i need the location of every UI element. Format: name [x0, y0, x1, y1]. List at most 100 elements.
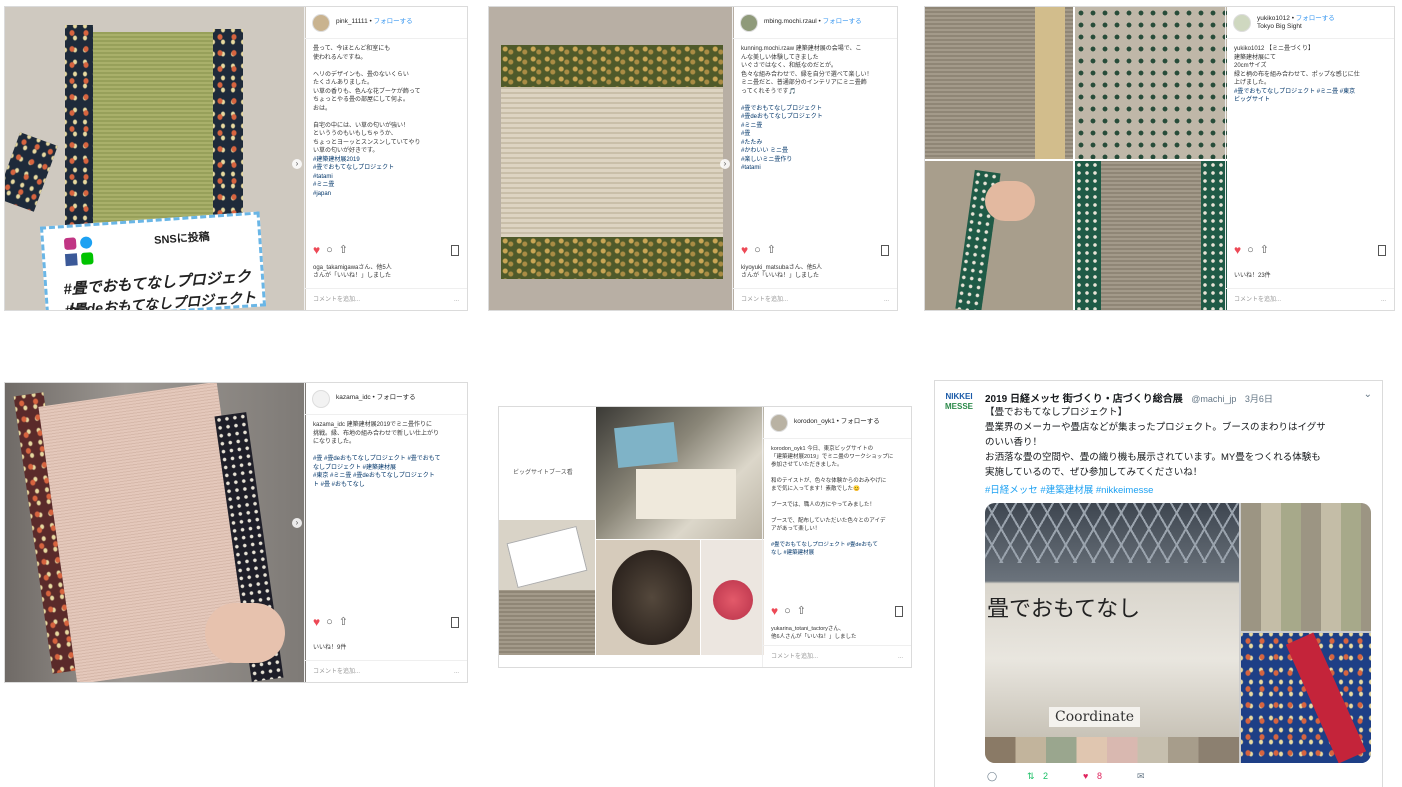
bookmark-icon[interactable]: [895, 605, 903, 617]
comment-field[interactable]: コメントを追加......: [305, 288, 467, 310]
heart-icon[interactable]: ♥: [771, 605, 778, 617]
avatar[interactable]: [1233, 13, 1251, 32]
comment-field[interactable]: コメントを追加......: [733, 288, 897, 310]
comment-icon[interactable]: ○: [1247, 244, 1254, 256]
comment-field[interactable]: コメントを追加......: [1226, 288, 1394, 310]
share-icon[interactable]: ⇧: [797, 605, 806, 617]
share-icon[interactable]: ⇧: [767, 244, 776, 256]
post-header: pink_11111 • フォローする: [305, 7, 467, 39]
chevron-down-icon[interactable]: ⌄: [1364, 389, 1372, 400]
instagram-post-5: ビッグサイトブース看 korodon_oyk1 • フォローする korodon…: [498, 406, 912, 668]
tweet-media[interactable]: 畳でおもてなし Coordinate: [985, 503, 1371, 763]
comment-icon[interactable]: ○: [754, 244, 761, 256]
bookmark-icon[interactable]: [451, 616, 459, 628]
tweet-header: 2019 日経メッセ 街づくり・店づくり総合展 @machi_jp 3月6日 ⌄: [985, 389, 1372, 405]
post-photo[interactable]: ›: [489, 7, 734, 310]
likes-text[interactable]: yukarina_totani_tactoryさん、 他6人さんが「いいね！」し…: [771, 625, 903, 641]
instagram-post-2: › mbing.mochi.rzaul • フォローする kunning.moc…: [488, 6, 898, 311]
mini-tatami: [93, 32, 213, 232]
comment-icon[interactable]: ○: [326, 616, 333, 628]
username[interactable]: kazama_idc: [336, 394, 371, 401]
avatar[interactable]: [312, 389, 330, 408]
avatar[interactable]: [770, 413, 788, 432]
hashtags[interactable]: #建築建材展2019 #畳でおもてなしプロジェクト #tatami #ミニ畳 #…: [313, 157, 394, 197]
heart-icon[interactable]: ♥: [1083, 771, 1097, 781]
username[interactable]: yukiko1012: [1257, 15, 1290, 22]
account-handle[interactable]: @machi_jp: [1191, 394, 1236, 404]
caption-text: yukiko1012 【ミニ畳づくり】 建築建材展にて 20cmサイズ 緑と柄の…: [1234, 46, 1360, 86]
hashtags[interactable]: #畳でおもてなしプロジェクト #畳deおもてなしプロジェクト #ミニ畳 #畳 #…: [741, 106, 823, 172]
ceiling-truss: [985, 503, 1239, 563]
likes-text[interactable]: いいね！23件: [1234, 272, 1386, 280]
account-name[interactable]: 2019 日経メッセ 街づくり・店づくり総合展: [985, 394, 1183, 405]
follow-button[interactable]: フォローする: [1296, 15, 1335, 22]
bookmark-icon[interactable]: [451, 244, 459, 256]
avatar[interactable]: [312, 13, 330, 32]
dm-icon[interactable]: ✉: [1137, 771, 1145, 782]
heart-icon[interactable]: ♥: [313, 244, 320, 256]
post-photo-grid[interactable]: [925, 7, 1227, 310]
retweet-icon[interactable]: ⇅: [1027, 771, 1043, 782]
hashtags[interactable]: #畳でおもてなしプロジェクト #畳deおもて なし #建築建材展: [771, 542, 878, 556]
avatar[interactable]: [740, 13, 758, 32]
username[interactable]: mbing.mochi.rzaul: [764, 18, 817, 25]
username[interactable]: korodon_oyk1: [794, 418, 835, 425]
hashtags[interactable]: #畳 #畳deおもてなしプロジェクト #畳でおもて なしプロジェクト #建築建材…: [313, 456, 441, 488]
follow-button[interactable]: フォローする: [823, 18, 862, 25]
photo-tile-2: [499, 520, 595, 655]
username[interactable]: pink_11111: [336, 18, 368, 25]
comment-icon[interactable]: ○: [784, 605, 791, 617]
hand: [205, 603, 285, 663]
post-caption: kazama_idc 建築建材展2019でミニ畳作りに 挑戦。縁、布地の組み合わ…: [305, 415, 467, 595]
comment-icon[interactable]: ○: [326, 244, 333, 256]
like-count: 8: [1097, 771, 1103, 781]
more-icon[interactable]: ...: [454, 296, 459, 303]
tweet-hashtags[interactable]: #日経メッセ #建築建材展 #nikkeimesse: [985, 482, 1153, 496]
chevron-right-icon[interactable]: ›: [292, 517, 302, 528]
comment-field[interactable]: コメントを追加......: [763, 645, 911, 667]
post-photo[interactable]: ›: [5, 383, 306, 682]
heart-icon[interactable]: ♥: [1234, 244, 1241, 256]
follow-button[interactable]: フォローする: [841, 418, 880, 425]
chevron-right-icon[interactable]: ›: [720, 158, 730, 169]
photo-tile-2: [1075, 7, 1227, 159]
share-icon[interactable]: ⇧: [339, 616, 348, 628]
reply-icon[interactable]: ◯: [987, 771, 1027, 782]
comment-placeholder: コメントを追加...: [1234, 297, 1282, 303]
post-photo-grid[interactable]: ビッグサイトブース看: [499, 407, 764, 667]
heart-icon[interactable]: ♥: [313, 616, 320, 628]
nikkei-messe-logo[interactable]: NIKKEI MESSE: [943, 392, 975, 422]
more-icon[interactable]: ...: [898, 653, 903, 660]
photo-tile-1: [925, 7, 1073, 159]
caption-text: 畳って、今ほとんど和室にも 使われるんですね。 ヘリのデザインも、畳のないくらい…: [313, 46, 421, 154]
likes-text[interactable]: oga_takamigawaさん、他5人 さんが「いいね！」しました: [313, 264, 459, 280]
follow-button[interactable]: フォローする: [374, 18, 413, 25]
post-photo[interactable]: SNSに投稿 #畳でおもてなしプロジェクト #畳deおもてなしプロジェクト ›: [5, 7, 306, 310]
photo-tile-label: ビッグサイトブース看: [499, 407, 595, 519]
tweet-date[interactable]: 3月6日: [1245, 394, 1273, 404]
retweet-count: 2: [1043, 771, 1049, 781]
likes-text[interactable]: いいね！9件: [313, 644, 459, 652]
post-header: yukiko1012 • フォローする Tokyo Big Sight: [1226, 7, 1394, 39]
heart-icon[interactable]: ♥: [741, 244, 748, 256]
location[interactable]: Tokyo Big Sight: [1257, 23, 1302, 30]
more-icon[interactable]: ...: [1381, 296, 1386, 303]
post-caption: 畳って、今ほとんど和室にも 使われるんですね。 ヘリのデザインも、畳のないくらい…: [305, 39, 467, 219]
action-bar: ♥ ○ ⇧: [313, 614, 459, 630]
action-bar: ♥ ○ ⇧: [1234, 242, 1386, 258]
instagram-post-1: SNSに投稿 #畳でおもてなしプロジェクト #畳deおもてなしプロジェクト › …: [4, 6, 468, 311]
chevron-right-icon[interactable]: ›: [292, 158, 302, 169]
share-icon[interactable]: ⇧: [339, 244, 348, 256]
media-bottom-right: [1241, 632, 1371, 763]
comment-field[interactable]: コメントを追加......: [305, 660, 467, 682]
bookmark-icon[interactable]: [881, 244, 889, 256]
likes-text[interactable]: kiyoyuki_matsubaさん、他5人 さんが「いいね！」しました: [741, 264, 889, 280]
share-icon[interactable]: ⇧: [1260, 244, 1269, 256]
tatami-border-top: [501, 45, 723, 87]
follow-button[interactable]: フォローする: [377, 394, 416, 401]
photo-tile-3: [596, 540, 700, 655]
bookmark-icon[interactable]: [1378, 244, 1386, 256]
more-icon[interactable]: ...: [454, 668, 459, 675]
more-icon[interactable]: ...: [884, 296, 889, 303]
hashtags[interactable]: #畳でおもてなしプロジェクト #ミニ畳 #東京 ビッグサイト: [1234, 89, 1355, 104]
